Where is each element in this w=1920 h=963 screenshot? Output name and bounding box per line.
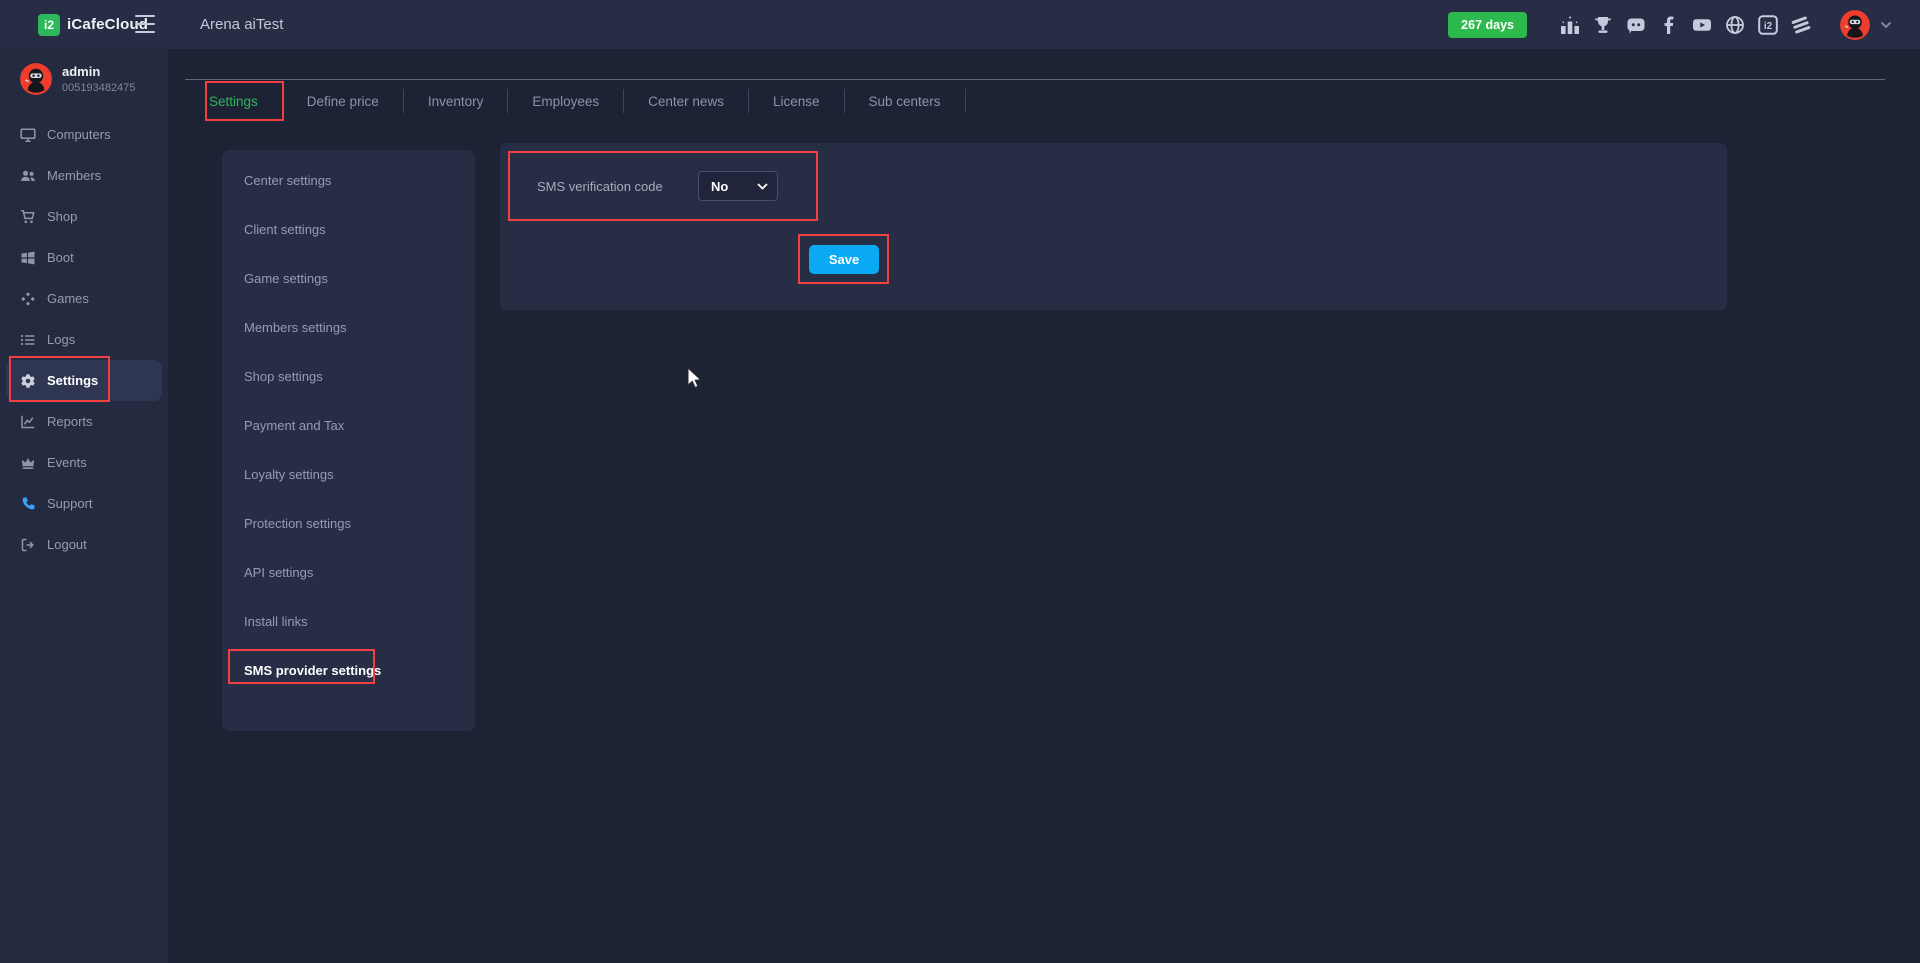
settings-menu-shop-settings[interactable]: Shop settings [222, 352, 475, 401]
sidebar-item-label: Boot [47, 250, 74, 265]
facebook-icon[interactable] [1656, 13, 1682, 37]
settings-submenu-panel: Center settings Client settings Game set… [222, 150, 475, 731]
user-name: admin [62, 64, 135, 79]
chart-icon [20, 414, 36, 430]
brand-area: i2 iCafeCloud [0, 0, 168, 49]
sms-settings-panel: SMS verification code No Save [500, 143, 1727, 310]
page-title: Arena aiTest [200, 16, 283, 33]
settings-menu-payment-and-tax[interactable]: Payment and Tax [222, 401, 475, 450]
sidebar-item-label: Settings [47, 373, 98, 388]
crown-icon [20, 455, 36, 471]
settings-menu-api-settings[interactable]: API settings [222, 548, 475, 597]
tab-separator [965, 89, 966, 113]
sidebar-item-label: Support [47, 496, 93, 511]
tab-define-price[interactable]: Define price [283, 94, 403, 109]
sidebar-user-meta: admin 005193482475 [62, 64, 135, 94]
sidebar-item-label: Events [47, 455, 87, 470]
tab-license[interactable]: License [749, 94, 844, 109]
sms-verification-select[interactable]: No [698, 171, 778, 201]
sidebar-nav: Computers Members Shop [0, 114, 168, 565]
svg-text:i2: i2 [1764, 21, 1773, 32]
icafecloud-logo-icon: i2 [38, 14, 60, 36]
sidebar: admin 005193482475 Computers Members [0, 49, 168, 963]
topbar-right: 267 days [1448, 0, 1920, 49]
settings-menu-client-settings[interactable]: Client settings [222, 205, 475, 254]
tab-inventory[interactable]: Inventory [404, 94, 508, 109]
profile-chevron-down-icon[interactable] [1880, 21, 1892, 29]
sidebar-item-boot[interactable]: Boot [0, 237, 168, 278]
layers-icon[interactable] [1788, 13, 1814, 37]
tab-center-news[interactable]: Center news [624, 94, 748, 109]
sidebar-item-logs[interactable]: Logs [0, 319, 168, 360]
settings-menu-protection-settings[interactable]: Protection settings [222, 499, 475, 548]
sidebar-item-label: Shop [47, 209, 77, 224]
sidebar-item-computers[interactable]: Computers [0, 114, 168, 155]
topbar: i2 iCafeCloud Arena aiTest 267 days [0, 0, 1920, 49]
save-button[interactable]: Save [809, 245, 879, 274]
cart-icon [20, 209, 36, 225]
user-id: 005193482475 [62, 82, 135, 94]
sms-verification-row: SMS verification code No [537, 171, 778, 201]
user-avatar[interactable] [1840, 10, 1870, 40]
gamepad-icon [20, 291, 36, 307]
sms-verification-label: SMS verification code [537, 179, 698, 194]
settings-menu-members-settings[interactable]: Members settings [222, 303, 475, 352]
tab-employees[interactable]: Employees [508, 94, 623, 109]
sidebar-user-avatar [20, 63, 52, 95]
logout-icon [20, 537, 36, 553]
icafecloud-site-icon[interactable]: i2 [1755, 13, 1781, 37]
mouse-cursor [687, 367, 705, 391]
settings-menu-game-settings[interactable]: Game settings [222, 254, 475, 303]
sidebar-item-events[interactable]: Events [0, 442, 168, 483]
sidebar-item-members[interactable]: Members [0, 155, 168, 196]
tab-settings[interactable]: Settings [185, 94, 282, 109]
topbar-icon-row: i2 [1557, 13, 1814, 37]
sidebar-item-label: Games [47, 291, 89, 306]
sidebar-item-games[interactable]: Games [0, 278, 168, 319]
sidebar-item-logout[interactable]: Logout [0, 524, 168, 565]
sidebar-item-label: Computers [47, 127, 111, 142]
settings-menu-install-links[interactable]: Install links [222, 597, 475, 646]
sms-verification-selected-value: No [711, 179, 728, 194]
hamburger-menu-icon[interactable] [135, 15, 155, 33]
sidebar-item-label: Logs [47, 332, 75, 347]
gear-icon [20, 373, 36, 389]
discord-icon[interactable] [1623, 13, 1649, 37]
phone-icon [20, 496, 36, 512]
sidebar-item-support[interactable]: Support [0, 483, 168, 524]
sidebar-item-reports[interactable]: Reports [0, 401, 168, 442]
windows-icon [20, 250, 36, 266]
users-icon [20, 168, 36, 184]
sidebar-user-block: admin 005193482475 [0, 49, 168, 95]
sidebar-item-label: Members [47, 168, 101, 183]
youtube-icon[interactable] [1689, 13, 1715, 37]
chevron-down-icon [757, 183, 768, 190]
trophy-icon[interactable] [1590, 13, 1616, 37]
list-icon [20, 332, 36, 348]
settings-menu-loyalty-settings[interactable]: Loyalty settings [222, 450, 475, 499]
license-days-badge[interactable]: 267 days [1448, 12, 1527, 38]
sidebar-item-settings[interactable]: Settings [6, 360, 162, 401]
globe-icon[interactable] [1722, 13, 1748, 37]
sidebar-item-shop[interactable]: Shop [0, 196, 168, 237]
monitor-icon [20, 127, 36, 143]
sidebar-item-label: Logout [47, 537, 87, 552]
tab-bar: Settings Define price Inventory Employee… [185, 80, 966, 122]
settings-menu-center-settings[interactable]: Center settings [222, 156, 475, 205]
ranking-icon[interactable] [1557, 13, 1583, 37]
sidebar-item-label: Reports [47, 414, 93, 429]
tab-sub-centers[interactable]: Sub centers [845, 94, 965, 109]
settings-menu-sms-provider-settings[interactable]: SMS provider settings [222, 646, 475, 695]
